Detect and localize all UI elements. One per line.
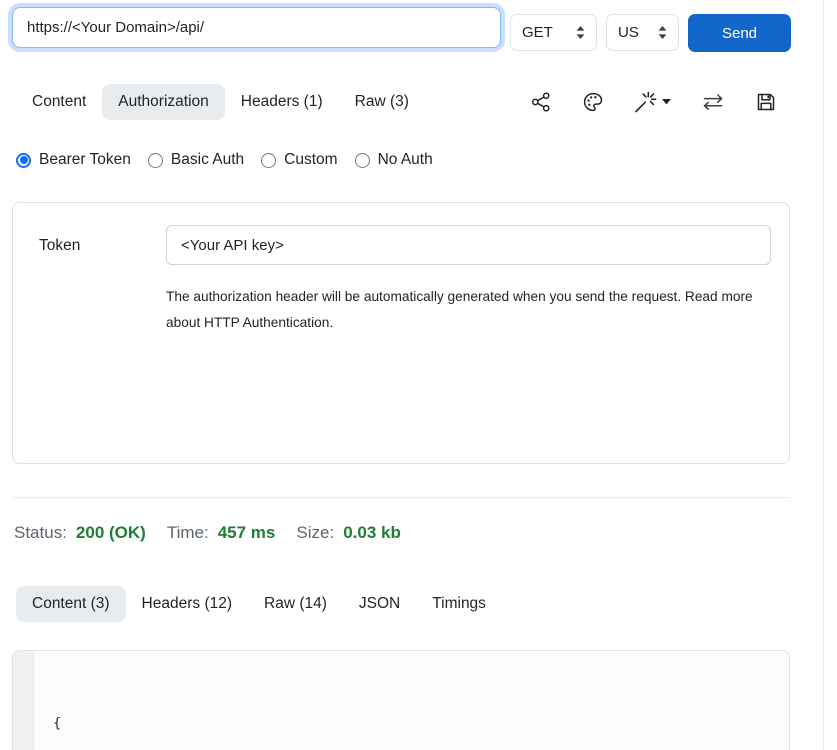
tab-content[interactable]: Content <box>16 84 102 120</box>
token-label: Token <box>39 237 80 255</box>
response-status-bar: Status: 200 (OK) Time: 457 ms Size: 0.03… <box>14 523 422 543</box>
tab-response-json[interactable]: JSON <box>343 586 416 622</box>
chevron-down-icon <box>662 99 671 105</box>
auth-option-custom[interactable]: Custom <box>261 151 337 169</box>
token-help-line-1: The authorization header will be automat… <box>166 284 753 310</box>
code-line: { <box>53 711 289 736</box>
response-body-viewer[interactable]: { "message": "API running." } <box>12 650 790 750</box>
radio-icon[interactable] <box>148 153 163 168</box>
code-gutter <box>13 651 34 750</box>
region-select[interactable]: US <box>606 14 679 51</box>
page-scrollbar-track[interactable] <box>823 0 824 750</box>
auth-option-label: No Auth <box>378 151 433 169</box>
select-spinner-icon <box>658 26 667 39</box>
response-tabs: Content (3) Headers (12) Raw (14) JSON T… <box>16 586 502 622</box>
tab-response-raw[interactable]: Raw (14) <box>248 586 343 622</box>
token-help-line-2: about HTTP Authentication. <box>166 310 753 336</box>
tab-raw[interactable]: Raw (3) <box>339 84 425 120</box>
request-tabs: Content Authorization Headers (1) Raw (3… <box>16 84 425 120</box>
api-client-page: GET US Send Content Authorization Header… <box>0 0 837 750</box>
auth-option-no-auth[interactable]: No Auth <box>355 151 433 169</box>
tab-response-content[interactable]: Content (3) <box>16 586 126 622</box>
auth-option-label: Basic Auth <box>171 151 244 169</box>
toolbar <box>530 88 777 116</box>
save-icon[interactable] <box>755 91 777 113</box>
status-label: Status: <box>14 523 67 543</box>
tab-response-headers[interactable]: Headers (12) <box>126 586 248 622</box>
time-value: 457 ms <box>218 523 276 543</box>
token-help-text: The authorization header will be automat… <box>166 284 753 335</box>
status-value: 200 (OK) <box>76 523 146 543</box>
tab-authorization[interactable]: Authorization <box>102 84 224 120</box>
tab-headers[interactable]: Headers (1) <box>225 84 339 120</box>
auth-option-label: Custom <box>284 151 337 169</box>
region-select-value: US <box>618 24 639 41</box>
send-button[interactable]: Send <box>688 14 791 52</box>
url-input[interactable] <box>12 7 501 48</box>
auth-option-label: Bearer Token <box>39 151 131 169</box>
share-icon[interactable] <box>530 91 552 113</box>
token-input[interactable] <box>166 225 771 265</box>
auth-option-basic-auth[interactable]: Basic Auth <box>148 151 244 169</box>
response-json-code: { "message": "API running." } <box>34 651 289 750</box>
size-value: 0.03 kb <box>343 523 401 543</box>
radio-checked-icon[interactable] <box>16 153 31 168</box>
radio-icon[interactable] <box>261 153 276 168</box>
palette-icon[interactable] <box>582 91 604 113</box>
auth-option-bearer-token[interactable]: Bearer Token <box>16 151 131 169</box>
section-divider <box>12 497 790 498</box>
size-label: Size: <box>296 523 334 543</box>
auth-type-options: Bearer Token Basic Auth Custom No Auth <box>16 151 433 169</box>
bearer-token-panel: Token The authorization header will be a… <box>12 202 790 464</box>
tab-response-timings[interactable]: Timings <box>416 586 502 622</box>
select-spinner-icon <box>576 26 585 39</box>
swap-arrows-icon[interactable] <box>701 92 725 112</box>
radio-icon[interactable] <box>355 153 370 168</box>
time-label: Time: <box>167 523 209 543</box>
magic-wand-menu-icon[interactable] <box>634 91 671 113</box>
method-select-value: GET <box>522 24 553 41</box>
method-select[interactable]: GET <box>510 14 597 51</box>
